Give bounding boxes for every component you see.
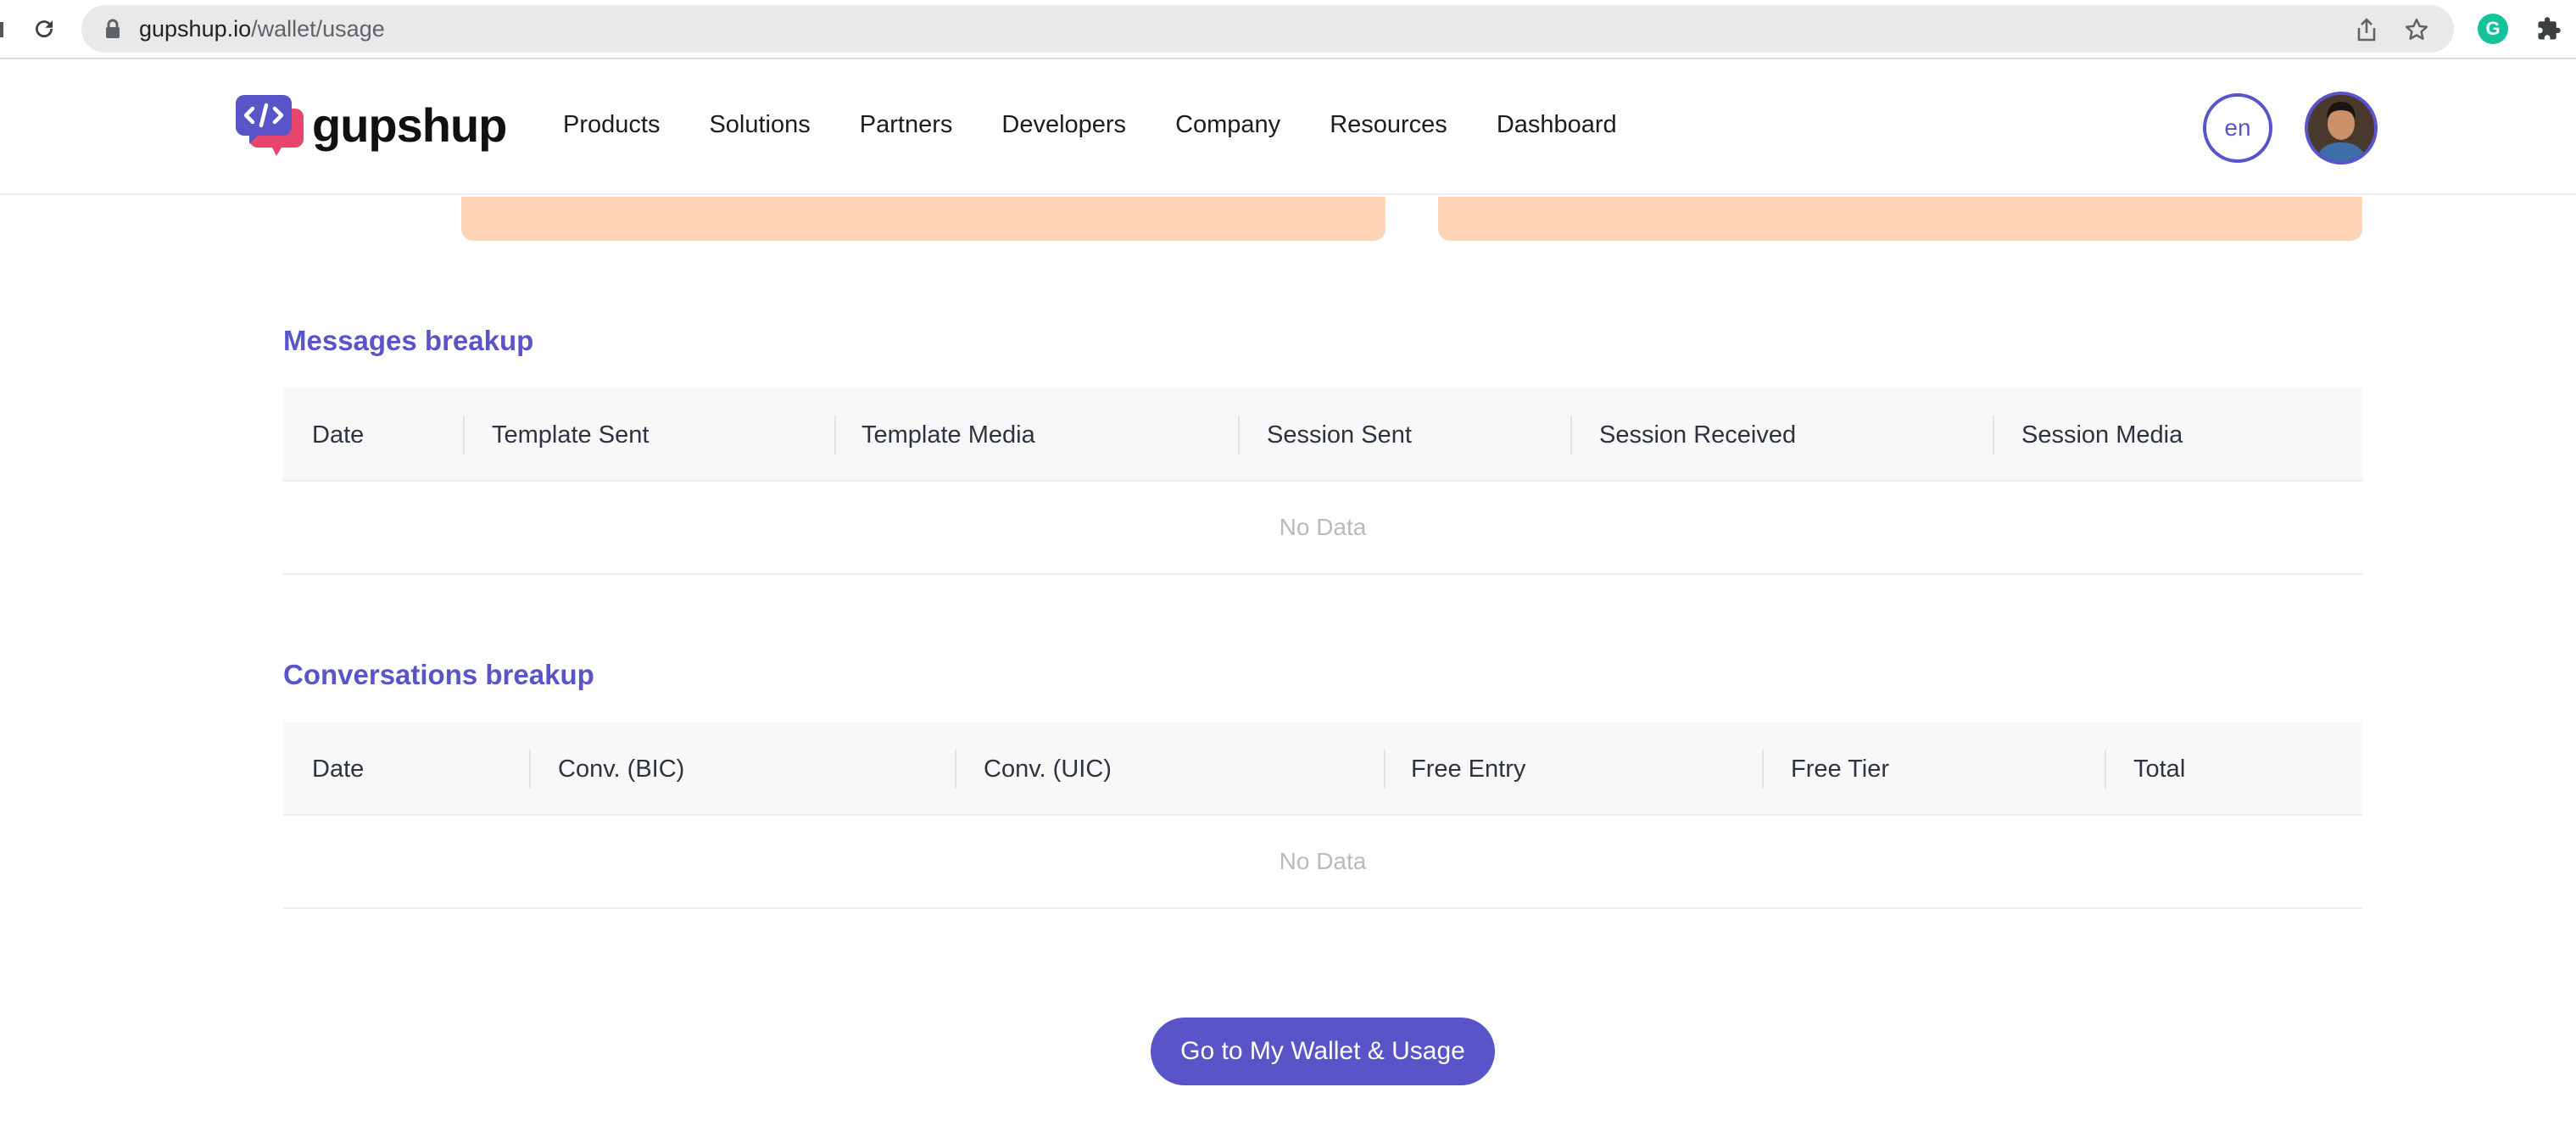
gupshup-logo-icon [236, 93, 305, 158]
info-card-right [1438, 197, 2362, 241]
nav-company[interactable]: Company [1175, 110, 1280, 139]
grammarly-extension-icon[interactable]: G [2478, 14, 2508, 44]
col-template-sent: Template Sent [492, 421, 650, 449]
col-free-tier: Free Tier [1791, 755, 1890, 783]
main-nav: Products Solutions Partners Developers C… [563, 110, 1617, 139]
column-divider [529, 750, 531, 789]
column-divider [834, 415, 836, 454]
address-bar[interactable]: gupshup.io/wallet/usage [81, 5, 2454, 53]
url-text[interactable]: gupshup.io/wallet/usage [139, 17, 385, 41]
bookmark-star-icon[interactable] [2403, 16, 2430, 43]
column-divider [1993, 415, 1994, 454]
column-divider [2105, 750, 2106, 789]
table-empty-row: No Data [283, 482, 2362, 575]
col-date: Date [312, 755, 365, 783]
nav-partners[interactable]: Partners [860, 110, 953, 139]
col-template-media: Template Media [861, 421, 1035, 449]
col-conv-uic: Conv. (UIC) [984, 755, 1112, 783]
nav-products[interactable]: Products [563, 110, 660, 139]
no-data-text: No Data [1279, 848, 1367, 874]
extensions-puzzle-icon[interactable] [2534, 14, 2564, 44]
table-header: Date Conv. (BIC) Conv. (UIC) Free Entry … [283, 722, 2362, 816]
logo-wordmark: gupshup [312, 98, 507, 152]
nav-resources[interactable]: Resources [1330, 110, 1447, 139]
gupshup-logo[interactable]: gupshup [236, 92, 507, 159]
col-session-received: Session Received [1599, 421, 1797, 449]
conversations-breakup-table: Date Conv. (BIC) Conv. (UIC) Free Entry … [283, 722, 2362, 909]
table-empty-row: No Data [283, 816, 2362, 909]
no-data-text: No Data [1279, 514, 1367, 540]
browser-toolbar: gupshup.io/wallet/usage G [0, 0, 2576, 59]
user-avatar[interactable] [2305, 92, 2378, 164]
share-icon[interactable] [2354, 17, 2379, 42]
info-card-left [461, 197, 1386, 241]
column-divider [1570, 415, 1572, 454]
column-divider [955, 750, 956, 789]
nav-dashboard[interactable]: Dashboard [1497, 110, 1617, 139]
nav-solutions[interactable]: Solutions [709, 110, 810, 139]
messages-breakup-table: Date Template Sent Template Media Sessio… [283, 388, 2362, 575]
conversations-breakup-title: Conversations breakup [283, 659, 594, 690]
column-divider [463, 415, 465, 454]
col-free-entry: Free Entry [1411, 755, 1526, 783]
language-selector[interactable]: en [2203, 93, 2272, 163]
column-divider [1384, 750, 1386, 789]
site-header: gupshup Products Solutions Partners Deve… [0, 61, 2576, 195]
column-divider [1238, 415, 1240, 454]
messages-breakup-title: Messages breakup [283, 325, 534, 356]
col-date: Date [312, 421, 365, 449]
table-header: Date Template Sent Template Media Sessio… [283, 388, 2362, 482]
back-button-edge[interactable] [0, 22, 5, 37]
col-total: Total [2133, 755, 2186, 783]
col-conv-bic: Conv. (BIC) [558, 755, 685, 783]
column-divider [1762, 750, 1764, 789]
col-session-media: Session Media [2021, 421, 2183, 449]
go-to-wallet-button[interactable]: Go to My Wallet & Usage [1151, 1018, 1495, 1085]
lock-icon[interactable] [102, 18, 124, 40]
reload-icon[interactable] [29, 14, 59, 44]
nav-developers[interactable]: Developers [1001, 110, 1126, 139]
col-session-sent: Session Sent [1267, 421, 1412, 449]
